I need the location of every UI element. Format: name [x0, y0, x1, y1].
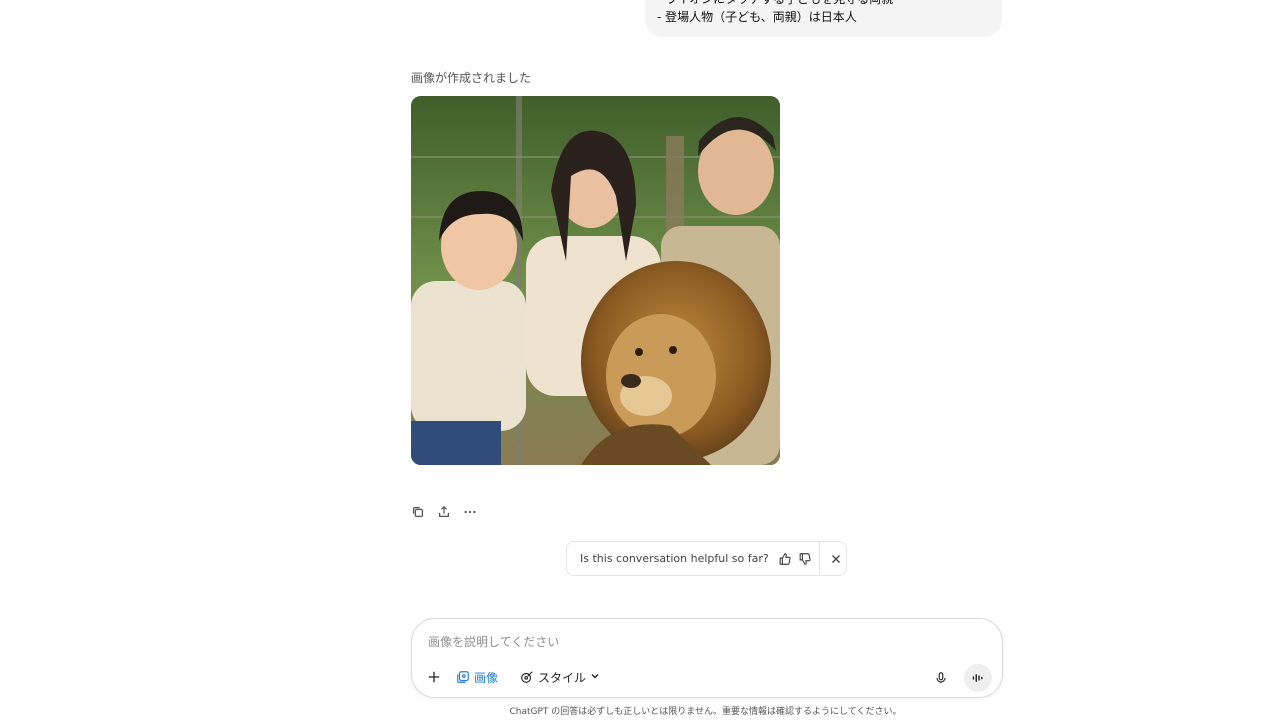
user-message-line: - ライオンにタッチする子どもを見守る両親 — [657, 0, 990, 8]
image-tool-label: 画像 — [474, 670, 499, 685]
composer-tools: 画像 スタイル — [424, 666, 604, 688]
footer-disclaimer: ChatGPT の回答は必ずしも正しいとは限りません。重要な情報は確認するように… — [509, 707, 902, 717]
image-icon — [457, 671, 469, 683]
style-tool-button[interactable]: スタイル — [516, 666, 604, 688]
microphone-icon[interactable] — [932, 669, 950, 687]
image-tool-button[interactable]: 画像 — [452, 666, 502, 688]
image-created-label: 画像が作成されました — [411, 71, 532, 85]
message-actions — [408, 502, 480, 522]
voice-mode-icon[interactable] — [964, 664, 992, 692]
plus-icon — [428, 671, 440, 683]
prompt-input[interactable]: 画像を説明してください — [428, 633, 559, 650]
feedback-question: Is this conversation helpful so far? — [580, 552, 769, 565]
close-icon[interactable] — [826, 546, 846, 572]
feedback-prompt: Is this conversation helpful so far? — [566, 541, 847, 576]
user-message-bubble: - ライオンにタッチする子どもを見守る両親 - 登場人物（子ども、両親）は日本人 — [645, 0, 1002, 37]
generated-image-art — [411, 96, 780, 465]
composer-right-actions — [932, 664, 992, 692]
copy-icon[interactable] — [408, 502, 428, 522]
add-attachment-button[interactable] — [424, 666, 444, 688]
share-icon[interactable] — [434, 502, 454, 522]
composer: 画像を説明してください 画像 スタイル — [411, 618, 1003, 698]
thumbs-up-icon[interactable] — [775, 546, 795, 572]
generated-image[interactable] — [411, 96, 780, 465]
chevron-down-icon — [590, 670, 600, 684]
user-message-line: - 登場人物（子ども、両親）は日本人 — [657, 10, 857, 24]
more-icon[interactable] — [460, 502, 480, 522]
thumbs-down-icon[interactable] — [795, 546, 815, 572]
feedback-divider — [819, 541, 820, 576]
brush-icon — [521, 671, 533, 683]
style-tool-label: スタイル — [538, 670, 587, 685]
